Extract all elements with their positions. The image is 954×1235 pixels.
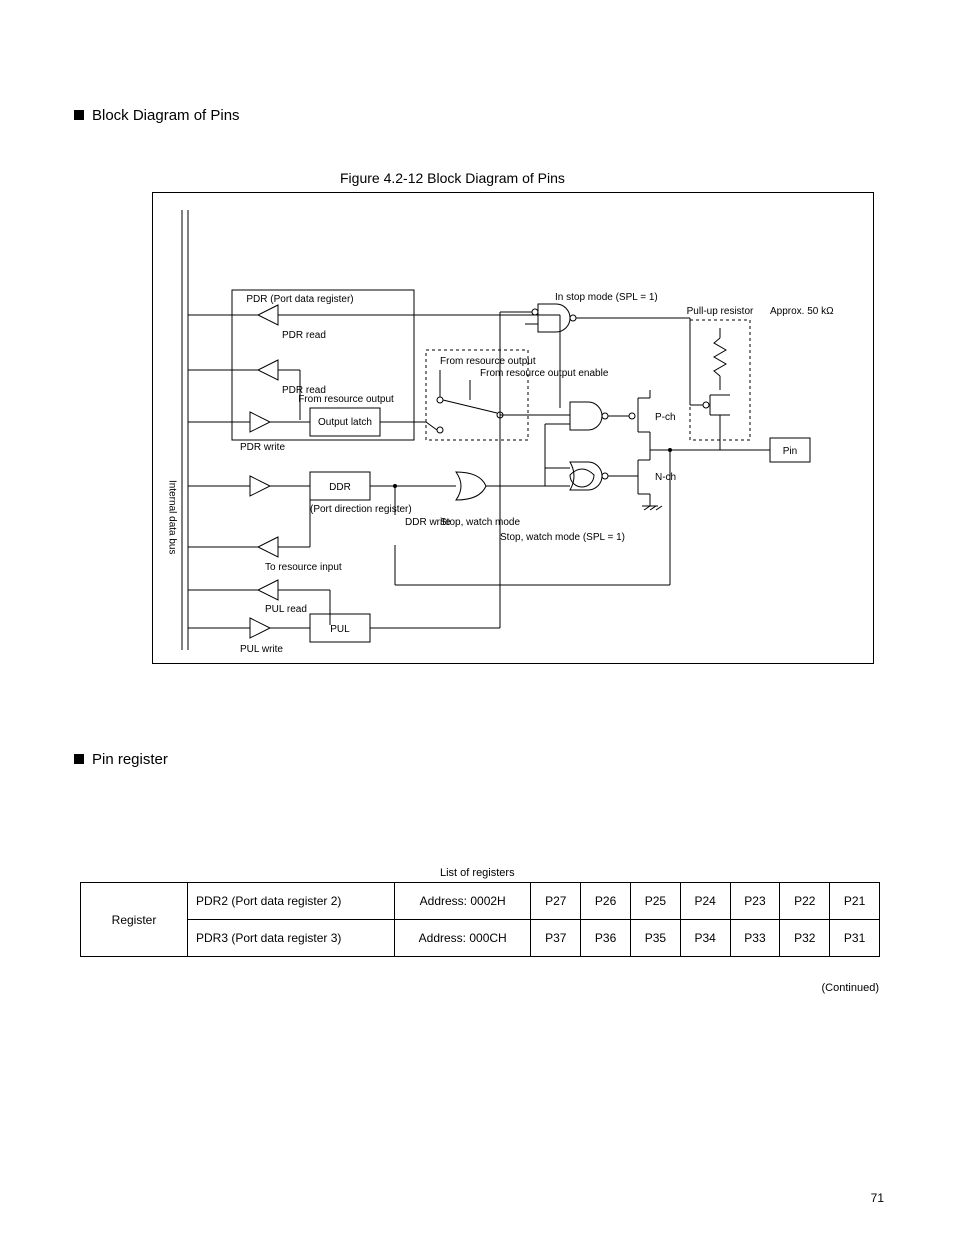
svg-text:PUL read: PUL read bbox=[265, 604, 307, 615]
pul-read-buffer: PUL read bbox=[188, 580, 330, 625]
table-cell: P26 bbox=[581, 883, 631, 920]
continued-note: (Continued) bbox=[822, 980, 879, 997]
table-header-register: Register bbox=[81, 883, 188, 957]
resource-enable: From resource output enable bbox=[480, 368, 609, 379]
ddr-block: DDR (Port direction register) bbox=[188, 472, 456, 515]
pdr-read-buffer-2: PDR read bbox=[188, 360, 326, 420]
table-cell: P21 bbox=[830, 883, 880, 920]
bus-label: Internal data bus bbox=[167, 480, 178, 555]
svg-text:Approx. 50 kΩ: Approx. 50 kΩ bbox=[770, 306, 834, 317]
nand-gate-pch bbox=[570, 402, 625, 430]
svg-text:Pull-up resistor: Pull-up resistor bbox=[687, 306, 754, 317]
table-cell: P36 bbox=[581, 920, 631, 957]
resource-output: From resource output bbox=[440, 356, 536, 367]
section-title-pin-register: Pin register bbox=[92, 751, 168, 768]
table-cell: P35 bbox=[630, 920, 680, 957]
table-cell: P33 bbox=[730, 920, 780, 957]
pdr-block-label: PDR (Port data register) bbox=[246, 294, 353, 305]
register-list-label: List of registers bbox=[440, 865, 515, 882]
table-cell: P31 bbox=[830, 920, 880, 957]
pdr-read-buffer-1: PDR read bbox=[188, 305, 560, 341]
table-cell: Address: 000CH bbox=[395, 920, 531, 957]
page-number: 71 bbox=[871, 1191, 884, 1205]
from-resource-out: From resource output bbox=[298, 394, 394, 405]
svg-text:PUL write: PUL write bbox=[240, 644, 283, 655]
svg-text:PDR read: PDR read bbox=[282, 330, 326, 341]
pull-up-block: Pull-up resistor Approx. 50 kΩ bbox=[687, 306, 834, 450]
svg-text:N-ch: N-ch bbox=[655, 472, 676, 483]
output-latch-label: Output latch bbox=[318, 417, 372, 428]
pdr-write-buffer: PDR write bbox=[188, 412, 310, 453]
table-cell: PDR3 (Port data register 3) bbox=[188, 920, 395, 957]
table-cell: Address: 0002H bbox=[395, 883, 531, 920]
register-table: Register PDR2 (Port data register 2) Add… bbox=[80, 882, 880, 957]
table-cell: PDR2 (Port data register 2) bbox=[188, 883, 395, 920]
table-cell: P23 bbox=[730, 883, 780, 920]
table-cell: P24 bbox=[680, 883, 730, 920]
pin-label: Pin bbox=[783, 446, 797, 457]
svg-text:To resource input: To resource input bbox=[265, 562, 342, 573]
table-cell: P32 bbox=[780, 920, 830, 957]
svg-text:In stop mode (SPL = 1): In stop mode (SPL = 1) bbox=[555, 292, 658, 303]
table-cell: P22 bbox=[780, 883, 830, 920]
nor-gate-nch bbox=[570, 462, 625, 490]
table-cell: P27 bbox=[531, 883, 581, 920]
table-cell: P25 bbox=[630, 883, 680, 920]
svg-text:PDR write: PDR write bbox=[240, 442, 285, 453]
stop-watch-spl: Stop, watch mode (SPL = 1) bbox=[500, 532, 625, 543]
svg-text:(Port direction register): (Port direction register) bbox=[310, 504, 412, 515]
ddr-or-gate bbox=[456, 424, 570, 500]
nand-gate-stop: In stop mode (SPL = 1) bbox=[500, 292, 690, 332]
stop-watch-label: Stop, watch mode bbox=[440, 517, 520, 528]
table-cell: P34 bbox=[680, 920, 730, 957]
svg-text:DDR: DDR bbox=[329, 482, 351, 493]
table-cell: P37 bbox=[531, 920, 581, 957]
svg-text:P-ch: P-ch bbox=[655, 412, 676, 423]
svg-text:PUL: PUL bbox=[330, 624, 350, 635]
